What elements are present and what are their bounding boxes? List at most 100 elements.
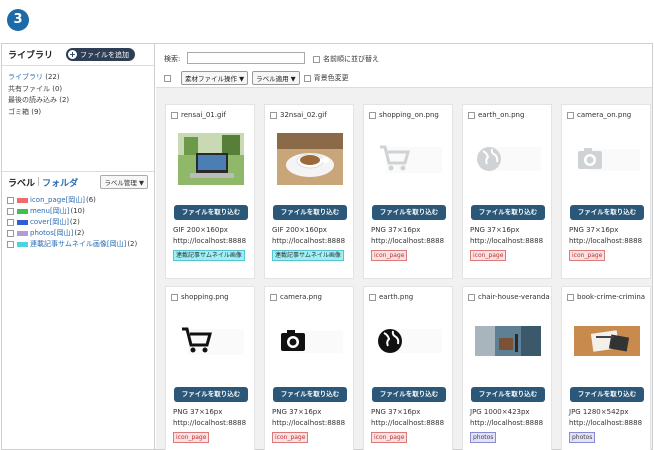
label-checkbox[interactable]	[7, 197, 14, 204]
bg-color-toggle[interactable]: 背景色変更	[303, 73, 349, 83]
bg-color-checkbox[interactable]	[303, 74, 311, 82]
file-card[interactable]: chair-house-veranda ファイルを取り込む JPG 1000×423…	[462, 286, 552, 450]
import-file-button[interactable]: ファイルを取り込む	[471, 205, 545, 220]
file-name: rensai_01.gif	[181, 111, 226, 119]
file-checkbox[interactable]	[468, 111, 475, 119]
file-card[interactable]: shopping.png ファイルを取り込む PNG 37×16px http://l…	[165, 286, 255, 450]
label-item[interactable]: menu[岡山] (10)	[7, 206, 154, 217]
file-checkbox[interactable]	[468, 293, 475, 301]
file-checkbox[interactable]	[369, 293, 376, 301]
chair-photo-thumbnail	[475, 326, 541, 356]
add-file-button[interactable]: + ファイルを追加	[66, 48, 136, 61]
camera-icon	[281, 330, 343, 353]
label-apply-dropdown[interactable]: ラベル適用 ▼	[252, 71, 300, 85]
import-file-button[interactable]: ファイルを取り込む	[174, 387, 248, 402]
import-file-button[interactable]: ファイルを取り込む	[273, 205, 347, 220]
label-checkbox[interactable]	[7, 208, 14, 215]
file-name-row: chair-house-veranda	[468, 293, 552, 301]
cart-icon	[380, 145, 442, 173]
file-card[interactable]: camera.png ファイルを取り込む PNG 37×16px http://loc…	[264, 286, 354, 450]
file-thumbnail[interactable]	[171, 129, 251, 189]
label-color-swatch	[17, 242, 28, 247]
file-card[interactable]: book-crime-crimina ファイルを取り込む JPG 1280×542p…	[561, 286, 651, 450]
label-color-swatch	[17, 209, 28, 214]
file-checkbox[interactable]	[171, 293, 178, 301]
label-checkbox[interactable]	[7, 230, 14, 237]
search-input[interactable]	[187, 52, 305, 64]
file-label-tag[interactable]: icon_page	[569, 250, 606, 261]
file-name: shopping_on.png	[379, 111, 439, 119]
file-thumbnail[interactable]	[171, 311, 251, 371]
file-thumbnail[interactable]	[567, 129, 647, 189]
sort-checkbox[interactable]	[313, 55, 320, 63]
file-checkbox[interactable]	[567, 293, 574, 301]
file-thumbnail[interactable]	[369, 129, 449, 189]
file-url: http://localhost:8888	[272, 237, 346, 245]
label-checkbox[interactable]	[7, 219, 14, 226]
label-name: 連載記事サムネイル画像[岡山]	[30, 240, 127, 248]
file-thumbnail[interactable]	[270, 311, 350, 371]
file-card[interactable]: earth.png ファイルを取り込む PNG 37×16px http://loca…	[363, 286, 453, 450]
file-checkbox[interactable]	[567, 111, 574, 119]
label-item[interactable]: photos[岡山] (2)	[7, 228, 154, 239]
file-checkbox[interactable]	[270, 111, 277, 119]
file-name-row: 32nsai_02.gif	[270, 111, 354, 119]
file-label-tag[interactable]: icon_page	[371, 432, 408, 443]
file-card[interactable]: camera_on.png ファイルを取り込む PNG 37×16px http://…	[561, 104, 651, 279]
label-count: (2)	[74, 229, 85, 237]
label-item[interactable]: 連載記事サムネイル画像[岡山] (2)	[7, 239, 154, 250]
file-thumbnail[interactable]	[567, 311, 647, 371]
bg-color-label: 背景色変更	[313, 74, 349, 82]
label-item[interactable]: icon_page[岡山] (6)	[7, 195, 154, 206]
file-card[interactable]: rensai_01.gif ファイルを取り込む GIF 200×160px http:…	[165, 104, 255, 279]
file-label-tag[interactable]: photos	[470, 432, 497, 443]
file-card[interactable]: 32nsai_02.gif ファイルを取り込む GIF 200×160px http:…	[264, 104, 354, 279]
library-item-all[interactable]: ライブラリ (22)	[8, 72, 148, 84]
file-thumbnail[interactable]	[270, 129, 350, 189]
file-format-size: PNG 37×16px	[371, 408, 421, 416]
library-item-trash[interactable]: ゴミ箱 (9)	[8, 107, 148, 119]
file-thumbnail[interactable]	[468, 129, 548, 189]
label-count: (6)	[85, 196, 96, 204]
media-library-window: ライブラリ + ファイルを追加 ライブラリ (22) 共有ファイル (0) 最後…	[1, 43, 653, 450]
label-color-swatch	[17, 198, 28, 203]
file-thumbnail[interactable]	[468, 311, 548, 371]
import-file-button[interactable]: ファイルを取り込む	[570, 205, 644, 220]
tab-folder[interactable]: フォルダ	[42, 176, 78, 189]
book-photo-thumbnail	[574, 326, 640, 356]
file-label-tag[interactable]: icon_page	[272, 432, 309, 443]
file-name: chair-house-veranda	[478, 293, 550, 301]
file-checkbox[interactable]	[270, 293, 277, 301]
material-file-ops-dropdown[interactable]: 素材ファイル操作 ▼	[181, 71, 249, 85]
library-item-shared[interactable]: 共有ファイル (0)	[8, 84, 148, 96]
select-all-checkbox[interactable]	[164, 74, 171, 82]
import-file-button[interactable]: ファイルを取り込む	[471, 387, 545, 402]
file-card[interactable]: shopping_on.png ファイルを取り込む PNG 37×16px http:…	[363, 104, 453, 279]
label-manage-dropdown[interactable]: ラベル管理 ▼	[100, 175, 148, 189]
file-thumbnail[interactable]	[369, 311, 449, 371]
label-item[interactable]: cover[岡山] (2)	[7, 217, 154, 228]
coffee-cup-photo-thumbnail	[277, 133, 343, 185]
file-label-tag[interactable]: icon_page	[173, 432, 210, 443]
import-file-button[interactable]: ファイルを取り込む	[372, 387, 446, 402]
sort-by-name-toggle[interactable]: 名前順に並び替え	[313, 54, 379, 64]
file-checkbox[interactable]	[171, 111, 178, 119]
file-label-tag[interactable]: icon_page	[470, 250, 507, 261]
file-label-tag[interactable]: photos	[569, 432, 596, 443]
library-item-last-loaded[interactable]: 最後の読み込み (2)	[8, 95, 148, 107]
label-checkbox[interactable]	[7, 241, 14, 248]
import-file-button[interactable]: ファイルを取り込む	[174, 205, 248, 220]
file-checkbox[interactable]	[369, 111, 376, 119]
toolbar-actions: 素材ファイル操作 ▼ ラベル適用 ▼ 背景色変更	[164, 71, 349, 85]
file-label-tag[interactable]: 連載記事サムネイル画像	[173, 250, 245, 261]
import-file-button[interactable]: ファイルを取り込む	[570, 387, 644, 402]
label-list: icon_page[岡山] (6) menu[岡山] (10) cover[岡山] (2)…	[2, 192, 154, 250]
file-card[interactable]: earth_on.png ファイルを取り込む PNG 37×16px http://l…	[462, 104, 552, 279]
file-name-row: camera.png	[270, 293, 354, 301]
file-label-tag[interactable]: icon_page	[371, 250, 408, 261]
import-file-button[interactable]: ファイルを取り込む	[372, 205, 446, 220]
tab-label[interactable]: ラベル	[8, 176, 35, 189]
file-label-tag[interactable]: 連載記事サムネイル画像	[272, 250, 344, 261]
label-name: photos[岡山]	[30, 229, 74, 237]
import-file-button[interactable]: ファイルを取り込む	[273, 387, 347, 402]
